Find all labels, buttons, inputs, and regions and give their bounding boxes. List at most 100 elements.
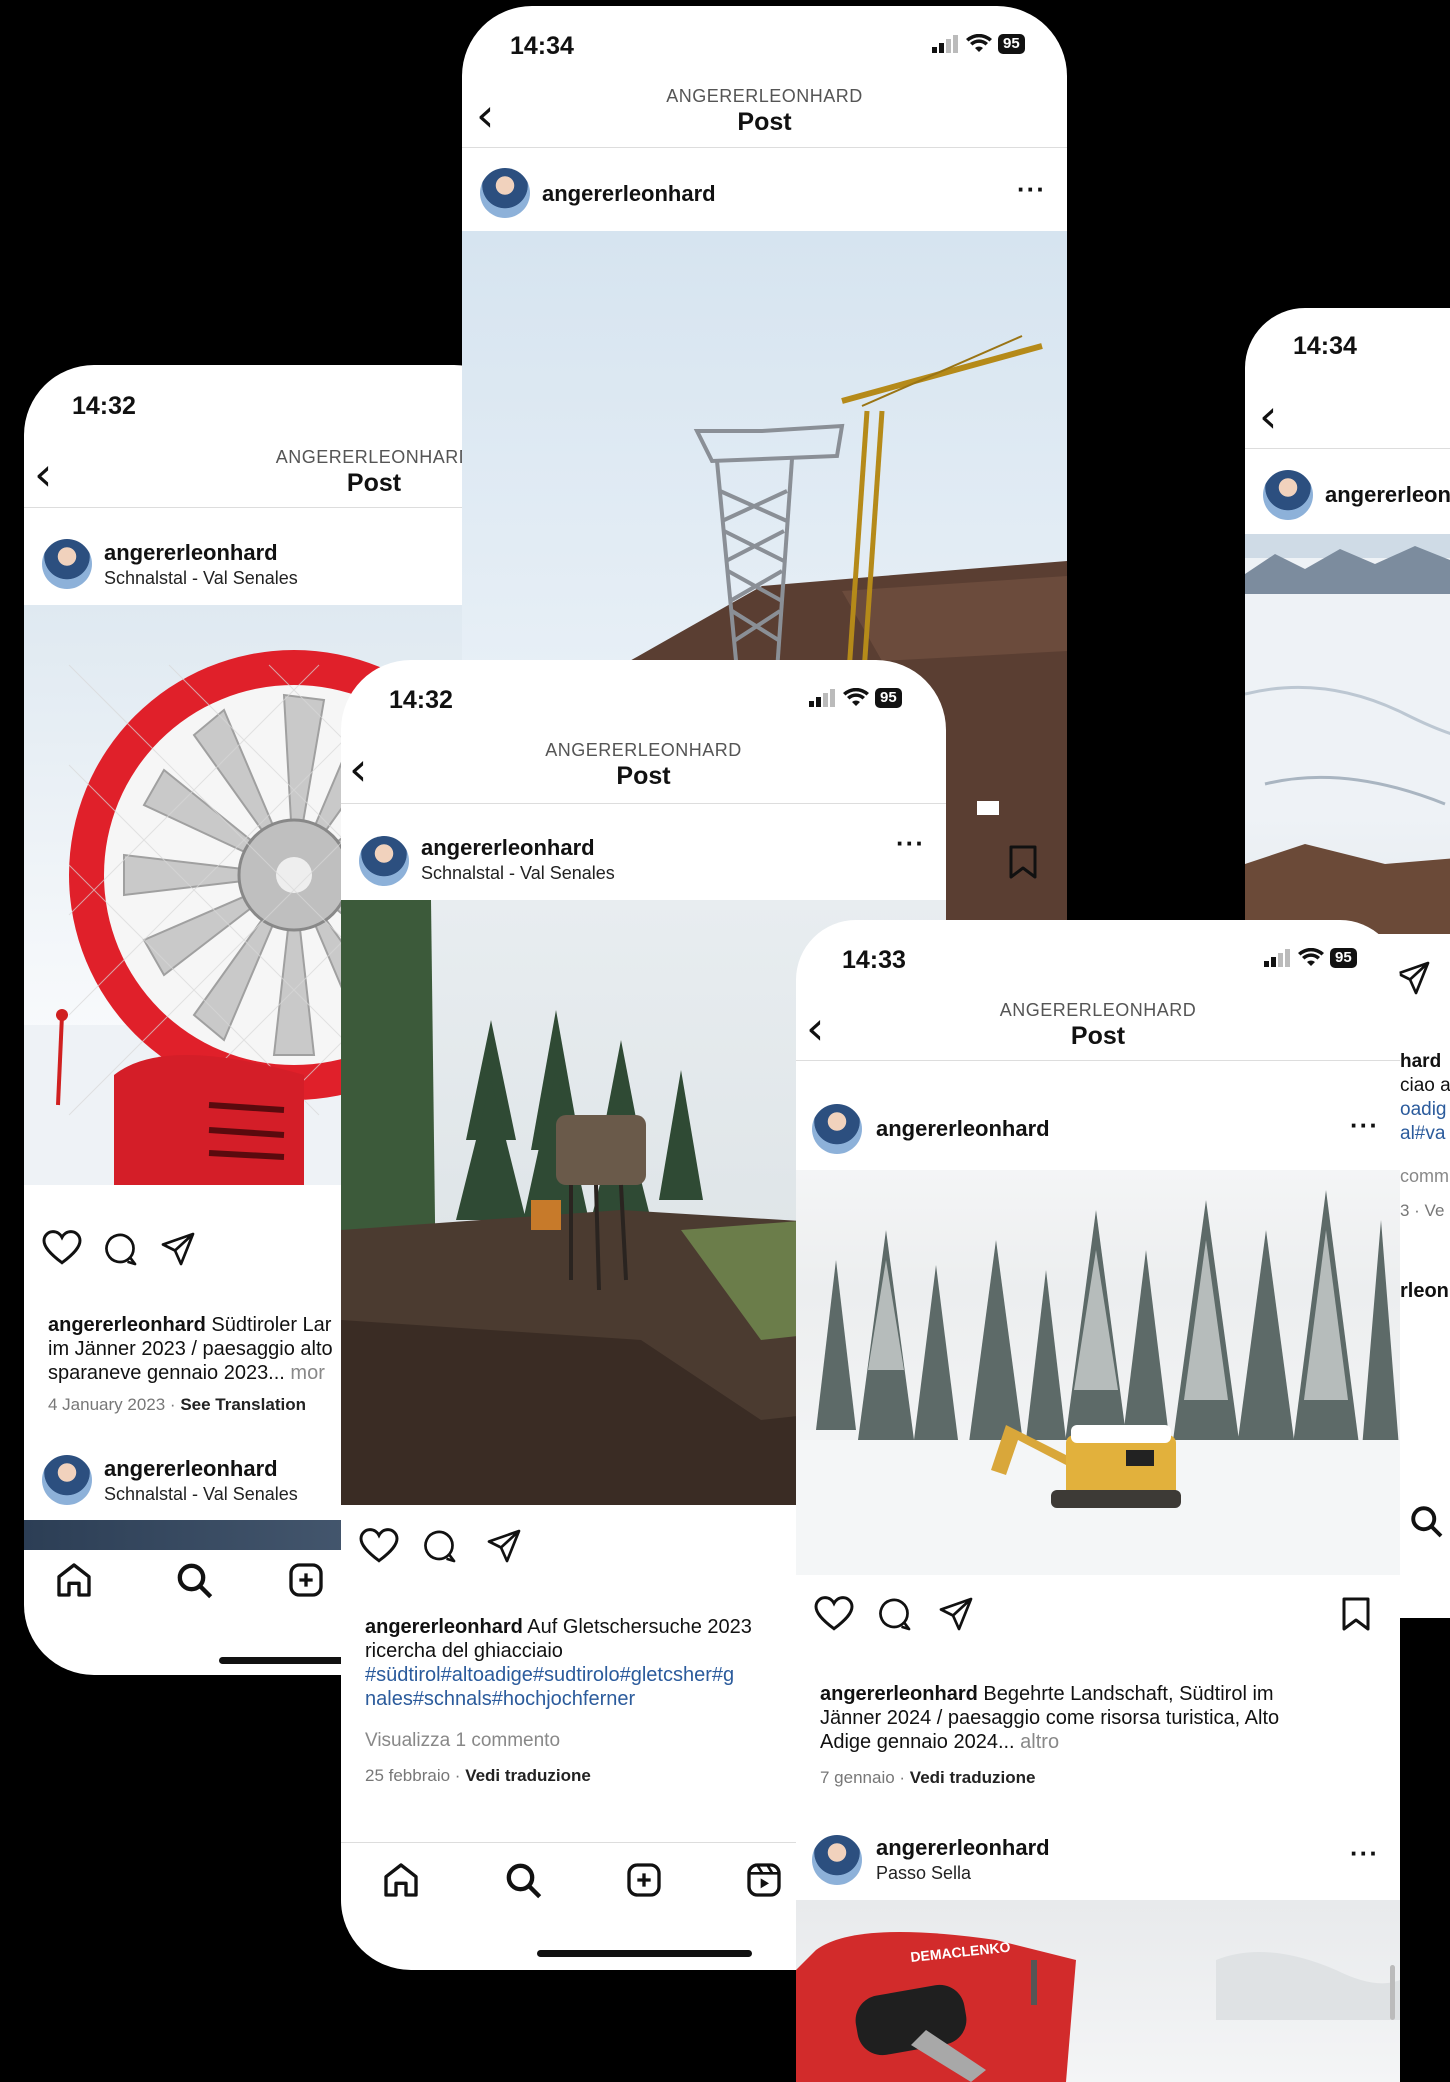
avatar[interactable] [812, 1104, 862, 1154]
next-post-location[interactable]: Passo Sella [876, 1863, 971, 1884]
header-username: ANGERERLEONHARD [545, 740, 742, 760]
next-post-location[interactable]: Schnalstal - Val Senales [104, 1484, 298, 1505]
caption-text-line-2: ricercha del ghiacciaio [365, 1640, 563, 1662]
caption-text-line-2: im Jänner 2023 / paesaggio alto [48, 1338, 333, 1360]
home-icon[interactable] [54, 1560, 94, 1605]
share-icon[interactable] [160, 1231, 196, 1272]
next-post-username-fragment[interactable]: rleon [1400, 1280, 1449, 1303]
post-username[interactable]: angererleon [1325, 482, 1450, 508]
more-options-icon[interactable]: ··· [1017, 174, 1046, 205]
heart-icon[interactable] [814, 1596, 854, 1637]
share-icon[interactable] [486, 1528, 522, 1569]
caption-text: Südtiroler Lar [211, 1314, 332, 1336]
battery-indicator: 95 [875, 688, 902, 708]
create-post-icon[interactable] [286, 1560, 326, 1605]
search-icon[interactable] [1408, 1503, 1444, 1544]
post-date: 25 febbraio [365, 1766, 451, 1785]
caption-username[interactable]: angererleonhard [48, 1314, 206, 1336]
status-icons: 95 [809, 688, 902, 708]
heart-icon[interactable] [42, 1230, 82, 1271]
status-time: 14:33 [842, 946, 906, 974]
avatar[interactable] [42, 1455, 92, 1505]
more-options-icon[interactable]: ··· [1350, 1838, 1379, 1869]
create-post-icon[interactable] [624, 1860, 664, 1905]
back-arrow-icon[interactable]: ‹ [34, 451, 52, 497]
see-translation-link[interactable]: See Translation [180, 1395, 306, 1414]
hashtag-fragment-1[interactable]: oadig [1400, 1099, 1447, 1120]
wifi-icon [966, 34, 992, 52]
next-post-photo-snow-gun: DEMACLENKO [796, 1900, 1400, 2082]
heart-icon[interactable] [359, 1528, 399, 1569]
post-caption: angererleonhard Begehrte Landschaft, Süd… [820, 1682, 1390, 1754]
share-icon[interactable] [938, 1596, 974, 1637]
caption-text-line-3: sparaneve gennaio 2023... [48, 1362, 285, 1384]
more-options-icon[interactable]: ··· [896, 828, 925, 859]
share-icon[interactable] [1395, 960, 1431, 1001]
comment-icon[interactable] [102, 1231, 138, 1272]
status-time: 14:34 [510, 32, 574, 60]
post-photo-glacier [1245, 534, 1450, 934]
signal-icon [809, 689, 835, 707]
caption-more-link[interactable]: mor [290, 1362, 324, 1384]
header-divider [341, 803, 946, 804]
scroll-indicator[interactable] [1390, 1965, 1395, 2020]
post-date: 7 gennaio [820, 1768, 895, 1787]
post-username[interactable]: angererleonhard [876, 1116, 1050, 1142]
hashtags-line-1[interactable]: #südtirol#altoadige#sudtirolo#gletcsher#… [365, 1664, 734, 1686]
header-title: Post [616, 762, 671, 790]
search-icon[interactable] [503, 1860, 543, 1905]
comment-icon[interactable] [421, 1528, 457, 1569]
save-icon[interactable] [1340, 1596, 1372, 1637]
caption-text: Begehrte Landschaft, Südtirol im [983, 1683, 1274, 1705]
see-translation-link[interactable]: Vedi traduzione [910, 1768, 1036, 1787]
avatar[interactable] [1263, 470, 1313, 520]
caption-more-link[interactable]: altro [1020, 1731, 1059, 1753]
header-username: ANGERERLEONHARD [666, 86, 863, 106]
hashtags-line-2[interactable]: nales#schnals#hochjochferner [365, 1688, 635, 1710]
status-time: 14:32 [72, 392, 136, 420]
post-caption-fragment: hard ciao a oadig al#va [1400, 1050, 1450, 1146]
caption-text-line-2: Jänner 2024 / paesaggio come risorsa tur… [820, 1707, 1280, 1729]
hashtag-fragment-2[interactable]: al#va [1400, 1123, 1445, 1144]
header-divider [462, 147, 1067, 148]
avatar[interactable] [42, 539, 92, 589]
header-divider [24, 507, 524, 508]
post-username[interactable]: angererleonhard [542, 181, 716, 207]
status-time: 14:32 [389, 686, 453, 714]
next-post-username[interactable]: angererleonhard [104, 1456, 278, 1482]
avatar[interactable] [812, 1835, 862, 1885]
reels-icon[interactable] [744, 1860, 784, 1905]
header-title: Post [737, 108, 792, 136]
status-time: 14:34 [1293, 332, 1357, 360]
post-username[interactable]: angererleonhard [104, 540, 278, 566]
caption-username[interactable]: angererleonhard [365, 1616, 523, 1638]
more-options-icon[interactable]: ··· [1350, 1110, 1379, 1141]
status-icons: 95 [932, 34, 1025, 54]
next-post-username[interactable]: angererleonhard [876, 1835, 1050, 1861]
header-divider [796, 1060, 1400, 1061]
post-location[interactable]: Schnalstal - Val Senales [104, 568, 298, 589]
search-icon[interactable] [174, 1560, 214, 1605]
wifi-icon [843, 688, 869, 706]
back-arrow-icon[interactable]: ‹ [1259, 393, 1277, 439]
post-meta: 4 January 2023 · See Translation [48, 1395, 306, 1414]
post-username[interactable]: angererleonhard [421, 835, 595, 861]
header-title: Post [1070, 1022, 1126, 1050]
home-indicator [537, 1950, 752, 1957]
avatar[interactable] [359, 836, 409, 886]
battery-indicator: 95 [998, 34, 1025, 54]
avatar[interactable] [480, 168, 530, 218]
caption-username-fragment[interactable]: hard [1400, 1051, 1441, 1072]
caption-text-line-3: Adige gennaio 2024... [820, 1731, 1015, 1753]
comment-icon[interactable] [876, 1596, 912, 1637]
view-comments-link[interactable]: Visualizza 1 commento [365, 1730, 560, 1752]
see-translation-link[interactable]: Vedi traduzione [465, 1766, 591, 1785]
post-location[interactable]: Schnalstal - Val Senales [421, 863, 615, 884]
wifi-icon [1298, 948, 1324, 966]
home-icon[interactable] [381, 1860, 421, 1905]
save-icon[interactable] [1007, 844, 1039, 885]
caption-username[interactable]: angererleonhard [820, 1683, 978, 1705]
caption-text-fragment: ciao a [1400, 1075, 1450, 1096]
view-comments-fragment[interactable]: comm [1400, 1166, 1449, 1187]
post-meta: 25 febbraio · Vedi traduzione [365, 1766, 591, 1785]
